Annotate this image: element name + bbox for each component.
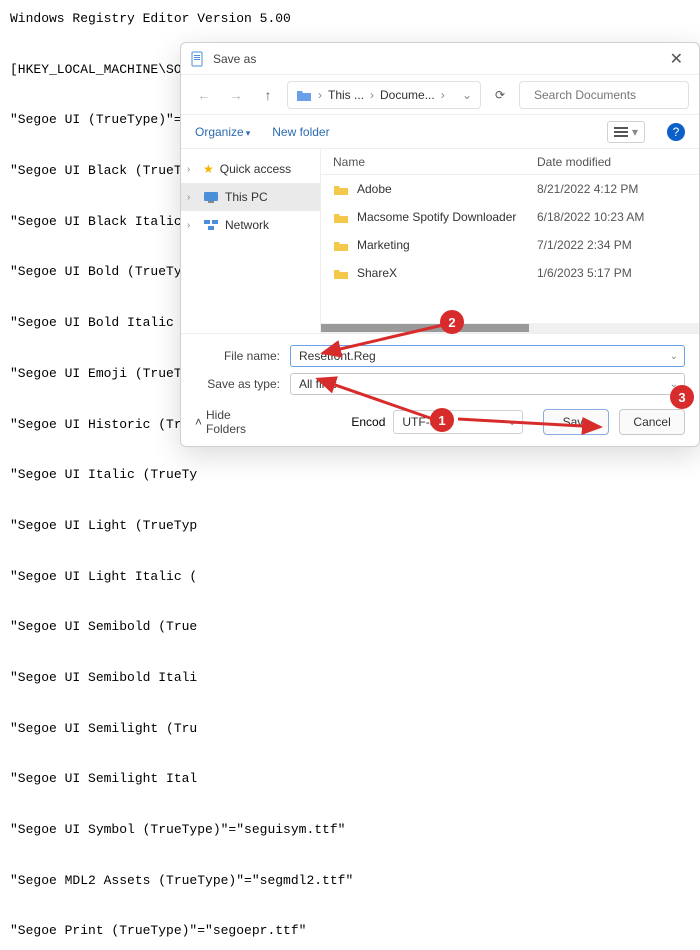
encoding-select[interactable]: UTF-8 ⌄ (393, 410, 523, 434)
toolbar: Organize▾ New folder ▾ ? (181, 115, 699, 149)
file-name: Macsome Spotify Downloader (357, 210, 516, 224)
chevron-right-icon: › (318, 88, 322, 102)
annotation-badge-3: 3 (670, 385, 694, 409)
horizontal-scrollbar[interactable] (321, 323, 699, 333)
file-name: ShareX (357, 266, 397, 280)
file-list: Name Date modified Adobe 8/21/2022 4:12 P… (321, 149, 699, 333)
back-icon[interactable]: ← (191, 87, 217, 103)
help-icon[interactable]: ? (667, 123, 685, 141)
folder-icon (333, 183, 349, 196)
chevron-down-icon[interactable]: ⌄ (462, 88, 472, 102)
nav-tree: › ★ Quick access › This PC › Network (181, 149, 321, 333)
table-row[interactable]: Marketing 7/1/2022 2:34 PM (321, 231, 699, 259)
chevron-right-icon: › (187, 192, 197, 203)
scrollbar-thumb[interactable] (321, 324, 529, 332)
chevron-down-icon: ▾ (246, 128, 251, 138)
tree-this-pc[interactable]: › This PC (181, 183, 320, 211)
filename-label: File name: (195, 349, 280, 363)
file-date: 8/21/2022 4:12 PM (537, 182, 687, 196)
folder-icon (333, 239, 349, 252)
chevron-down-icon: ▾ (632, 125, 638, 139)
col-name[interactable]: Name (333, 155, 537, 169)
dialog-title: Save as (213, 52, 664, 66)
tree-label: Network (225, 218, 269, 232)
close-icon[interactable]: ✕ (664, 49, 689, 69)
tree-label: Quick access (220, 162, 291, 176)
file-date: 7/1/2022 2:34 PM (537, 238, 687, 252)
savetype-select[interactable]: All files ⌄ (290, 373, 685, 395)
file-date: 6/18/2022 10:23 AM (537, 210, 687, 224)
navbar: ← → ↑ › This ... › Docume... › ⌄ ⟳ (181, 75, 699, 115)
new-folder-button[interactable]: New folder (272, 125, 329, 139)
refresh-icon[interactable]: ⟳ (487, 88, 513, 102)
file-name: Adobe (357, 182, 392, 196)
table-row[interactable]: ShareX 1/6/2023 5:17 PM (321, 259, 699, 287)
organize-menu[interactable]: Organize▾ (195, 125, 250, 139)
file-date: 1/6/2023 5:17 PM (537, 266, 687, 280)
tree-label: This PC (225, 190, 268, 204)
search-input[interactable] (534, 88, 689, 102)
encoding-label: Encod (351, 415, 385, 429)
annotation-badge-2: 2 (440, 310, 464, 334)
star-icon: ★ (203, 162, 214, 176)
chevron-down-icon[interactable]: ⌄ (670, 351, 678, 362)
titlebar: Save as ✕ (181, 43, 699, 75)
tree-quick-access[interactable]: › ★ Quick access (181, 155, 320, 183)
hide-folders-toggle[interactable]: ˄ Hide Folders (195, 408, 261, 436)
view-options-button[interactable]: ▾ (607, 121, 645, 143)
crumb-2[interactable]: Docume... (380, 88, 435, 102)
forward-icon[interactable]: → (223, 87, 249, 103)
col-date[interactable]: Date modified (537, 155, 687, 169)
column-headers[interactable]: Name Date modified (321, 149, 699, 175)
file-name: Marketing (357, 238, 410, 252)
table-row[interactable]: Macsome Spotify Downloader 6/18/2022 10:2… (321, 203, 699, 231)
table-row[interactable]: Adobe 8/21/2022 4:12 PM (321, 175, 699, 203)
folder-icon (296, 88, 312, 102)
folder-icon (333, 211, 349, 224)
fields: File name: Resetfont.Reg ⌄ Save as type:… (181, 333, 699, 398)
chevron-up-icon: ˄ (195, 415, 202, 429)
search-box[interactable] (519, 81, 689, 109)
breadcrumb[interactable]: › This ... › Docume... › ⌄ (287, 81, 481, 109)
annotation-badge-1: 1 (430, 408, 454, 432)
pc-icon (203, 191, 219, 203)
chevron-right-icon: › (441, 88, 445, 102)
chevron-down-icon[interactable]: ⌄ (508, 417, 516, 428)
crumb-1[interactable]: This ... (328, 88, 364, 102)
filename-input[interactable]: Resetfont.Reg ⌄ (290, 345, 685, 367)
list-view-icon (614, 125, 628, 139)
cancel-button[interactable]: Cancel (619, 409, 685, 435)
document-icon (191, 51, 205, 67)
chevron-right-icon: › (187, 220, 197, 231)
up-icon[interactable]: ↑ (255, 87, 281, 103)
tree-network[interactable]: › Network (181, 211, 320, 239)
savetype-label: Save as type: (195, 377, 280, 391)
chevron-right-icon: › (187, 164, 197, 175)
save-button[interactable]: Save (543, 409, 609, 435)
save-as-dialog: Save as ✕ ← → ↑ › This ... › Docume... ›… (180, 42, 700, 447)
folder-icon (333, 267, 349, 280)
chevron-right-icon: › (370, 88, 374, 102)
network-icon (203, 219, 219, 231)
